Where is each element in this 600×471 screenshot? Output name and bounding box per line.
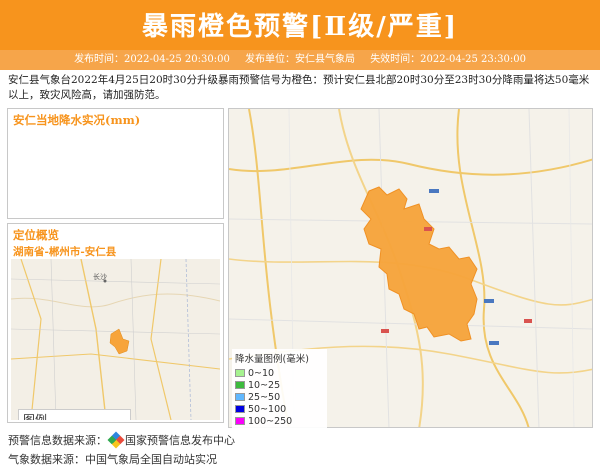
road-marker — [424, 227, 432, 231]
overview-map-graphic: 长沙 — [11, 259, 220, 420]
road-marker — [381, 329, 389, 333]
publish-time: 发布时间：2022-04-25 20:30:00 — [74, 54, 230, 65]
rain-legend-item: 100~250 — [235, 415, 324, 427]
location-panel-title: 定位概览 — [13, 228, 59, 242]
rain-swatch — [235, 381, 245, 389]
source2-label: 气象数据来源： — [8, 453, 85, 466]
rain-panel-title: 安仁当地降水实况(mm) — [13, 113, 141, 127]
rain-swatch — [235, 405, 245, 413]
rain-observation-panel: 安仁当地降水实况(mm) — [7, 108, 224, 219]
rainfall-legend: 降水量图例(毫米) 0~10 10~25 25~50 50~100 100~25… — [232, 349, 327, 429]
source1-value: 国家预警信息发布中心 — [125, 434, 235, 447]
publisher: 发布单位：安仁县气象局 — [245, 54, 355, 65]
location-overview-map[interactable]: 长沙 图例 国界 省界 — [11, 259, 220, 420]
source2-value: 中国气象局全国自动站实况 — [85, 453, 217, 466]
rain-swatch — [235, 417, 245, 425]
warning-meta-bar: 发布时间：2022-04-25 20:30:00 发布单位：安仁县气象局 失效时… — [0, 50, 600, 70]
rain-legend-item: 50~100 — [235, 403, 324, 415]
warning-center-logo-icon — [107, 431, 125, 449]
legend-title: 图例 — [23, 413, 48, 420]
warning-title: 暴雨橙色预警[Ⅱ级/严重] — [141, 12, 458, 42]
rain-swatch — [235, 369, 245, 377]
map-legend: 图例 国界 省界 — [18, 409, 131, 420]
warning-source-line: 预警信息数据来源： 国家预警信息发布中心 — [8, 431, 235, 449]
warning-header: 暴雨橙色预警[Ⅱ级/严重] — [0, 0, 600, 50]
weather-source-line: 气象数据来源：中国气象局全国自动站实况 — [8, 451, 217, 467]
road-marker — [484, 299, 494, 303]
rain-legend-item: 0~10 — [235, 367, 324, 379]
rain-legend-item: 10~25 — [235, 379, 324, 391]
rain-legend-item: 25~50 — [235, 391, 324, 403]
rainfall-legend-title: 降水量图例(毫米) — [235, 354, 309, 365]
road-marker — [489, 341, 499, 345]
road-marker — [524, 319, 532, 323]
source1-label: 预警信息数据来源： — [8, 434, 107, 447]
warning-description: 安仁县气象台2022年4月25日20时30分升级暴雨预警信号为橙色：预计安仁县北… — [8, 74, 590, 101]
location-path: 湖南省-郴州市-安仁县 — [13, 246, 117, 258]
rain-swatch — [235, 393, 245, 401]
city-label-changsha: 长沙 — [93, 272, 107, 281]
road-marker — [429, 189, 439, 193]
location-overview-panel: 定位概览 湖南省-郴州市-安仁县 长沙 图例 国界 省界 — [7, 223, 224, 423]
expire-time: 失效时间：2022-04-25 23:30:00 — [370, 54, 526, 65]
